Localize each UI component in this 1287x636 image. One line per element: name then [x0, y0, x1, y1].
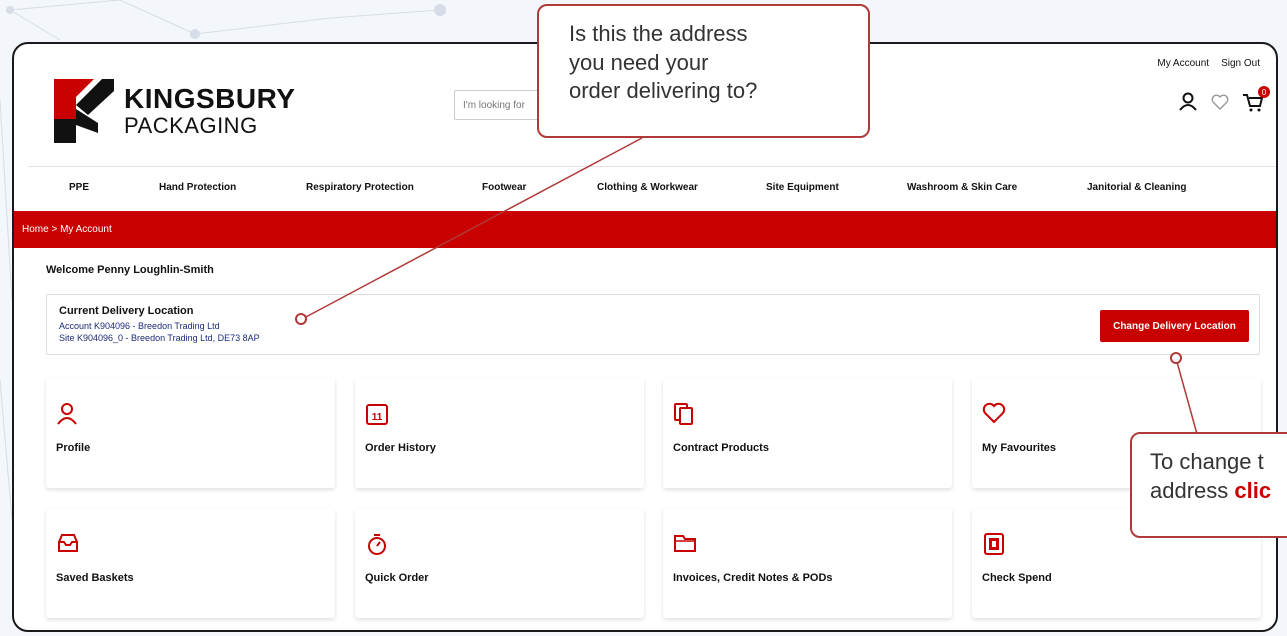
my-account-link[interactable]: My Account	[1157, 58, 1209, 69]
kp-logo-mark-icon	[54, 79, 114, 143]
card-label: Order History	[365, 442, 436, 454]
calendar-day-number: 11	[372, 412, 383, 423]
cart-count-badge: 0	[1258, 86, 1270, 98]
delivery-account-line: Account K904096 - Breedon Trading Ltd	[59, 321, 220, 331]
card-quick-order[interactable]: Quick Order	[355, 508, 644, 618]
card-label: Saved Baskets	[56, 572, 134, 584]
brand-name-line1: KINGSBURY	[124, 83, 296, 114]
nav-item-respiratory-protection[interactable]: Respiratory Protection	[306, 182, 414, 193]
main-nav: PPE Hand Protection Respiratory Protecti…	[14, 172, 1276, 202]
brand-logo[interactable]: KINGSBURY PACKAGING	[54, 79, 295, 143]
card-order-history[interactable]: 11 Order History	[355, 378, 644, 488]
callout-text-line3: order delivering to?	[569, 78, 758, 104]
user-icon	[57, 403, 77, 425]
delivery-location-panel: Current Delivery Location Account K90409…	[46, 294, 1260, 355]
documents-icon	[674, 403, 693, 425]
header-divider	[28, 166, 1276, 167]
card-label: Profile	[56, 442, 91, 454]
cart-button[interactable]: 0	[1242, 86, 1270, 112]
stopwatch-icon	[368, 534, 386, 555]
card-label: Quick Order	[365, 572, 429, 584]
delivery-site-line: Site K904096_0 - Breedon Trading Ltd, DE…	[59, 333, 260, 343]
change-address-callout: To change t address clic	[1130, 432, 1287, 538]
brand-name-line2: PACKAGING	[124, 113, 258, 138]
breadcrumb[interactable]: Home > My Account	[14, 211, 1276, 248]
nav-item-washroom-skin-care[interactable]: Washroom & Skin Care	[907, 182, 1017, 193]
inbox-icon	[58, 534, 78, 552]
delivery-location-title: Current Delivery Location	[59, 305, 194, 317]
wallet-icon	[984, 533, 1004, 555]
header-icons: 0	[1178, 86, 1270, 112]
card-profile[interactable]: Profile	[46, 378, 335, 488]
card-contract-products[interactable]: Contract Products	[663, 378, 952, 488]
card-label: Invoices, Credit Notes & PODs	[673, 572, 833, 584]
nav-item-footwear[interactable]: Footwear	[482, 182, 526, 193]
wishlist-heart-icon[interactable]	[1210, 92, 1230, 112]
card-invoices-credit-notes-pods[interactable]: Invoices, Credit Notes & PODs	[663, 508, 952, 618]
welcome-message: Welcome Penny Loughlin-Smith	[46, 264, 214, 276]
sign-out-link[interactable]: Sign Out	[1221, 58, 1260, 69]
card-label: My Favourites	[982, 442, 1056, 454]
top-utility-links: My Account Sign Out	[1157, 58, 1260, 69]
nav-item-janitorial-cleaning[interactable]: Janitorial & Cleaning	[1087, 182, 1186, 193]
callout-text-line1: Is this the address	[569, 21, 748, 46]
calendar-icon: 11	[366, 404, 388, 425]
address-check-callout: Is this the address you need your order …	[537, 4, 870, 138]
nav-item-hand-protection[interactable]: Hand Protection	[159, 182, 236, 193]
card-label: Contract Products	[673, 442, 769, 454]
callout-text-line2: you need your	[569, 49, 709, 75]
change-delivery-location-button[interactable]: Change Delivery Location	[1100, 310, 1249, 342]
heart-icon	[982, 402, 1006, 424]
nav-item-clothing-workwear[interactable]: Clothing & Workwear	[597, 182, 698, 193]
callout-text-line2: address	[1150, 477, 1235, 503]
nav-item-site-equipment[interactable]: Site Equipment	[766, 182, 839, 193]
account-user-icon[interactable]	[1178, 92, 1198, 112]
nav-item-ppe[interactable]: PPE	[69, 182, 89, 193]
folder-icon	[674, 535, 696, 552]
card-label: Check Spend	[982, 572, 1052, 584]
callout-highlight-click: clic	[1234, 477, 1272, 503]
card-saved-baskets[interactable]: Saved Baskets	[46, 508, 335, 618]
callout-text-line1: To change t	[1150, 449, 1264, 474]
